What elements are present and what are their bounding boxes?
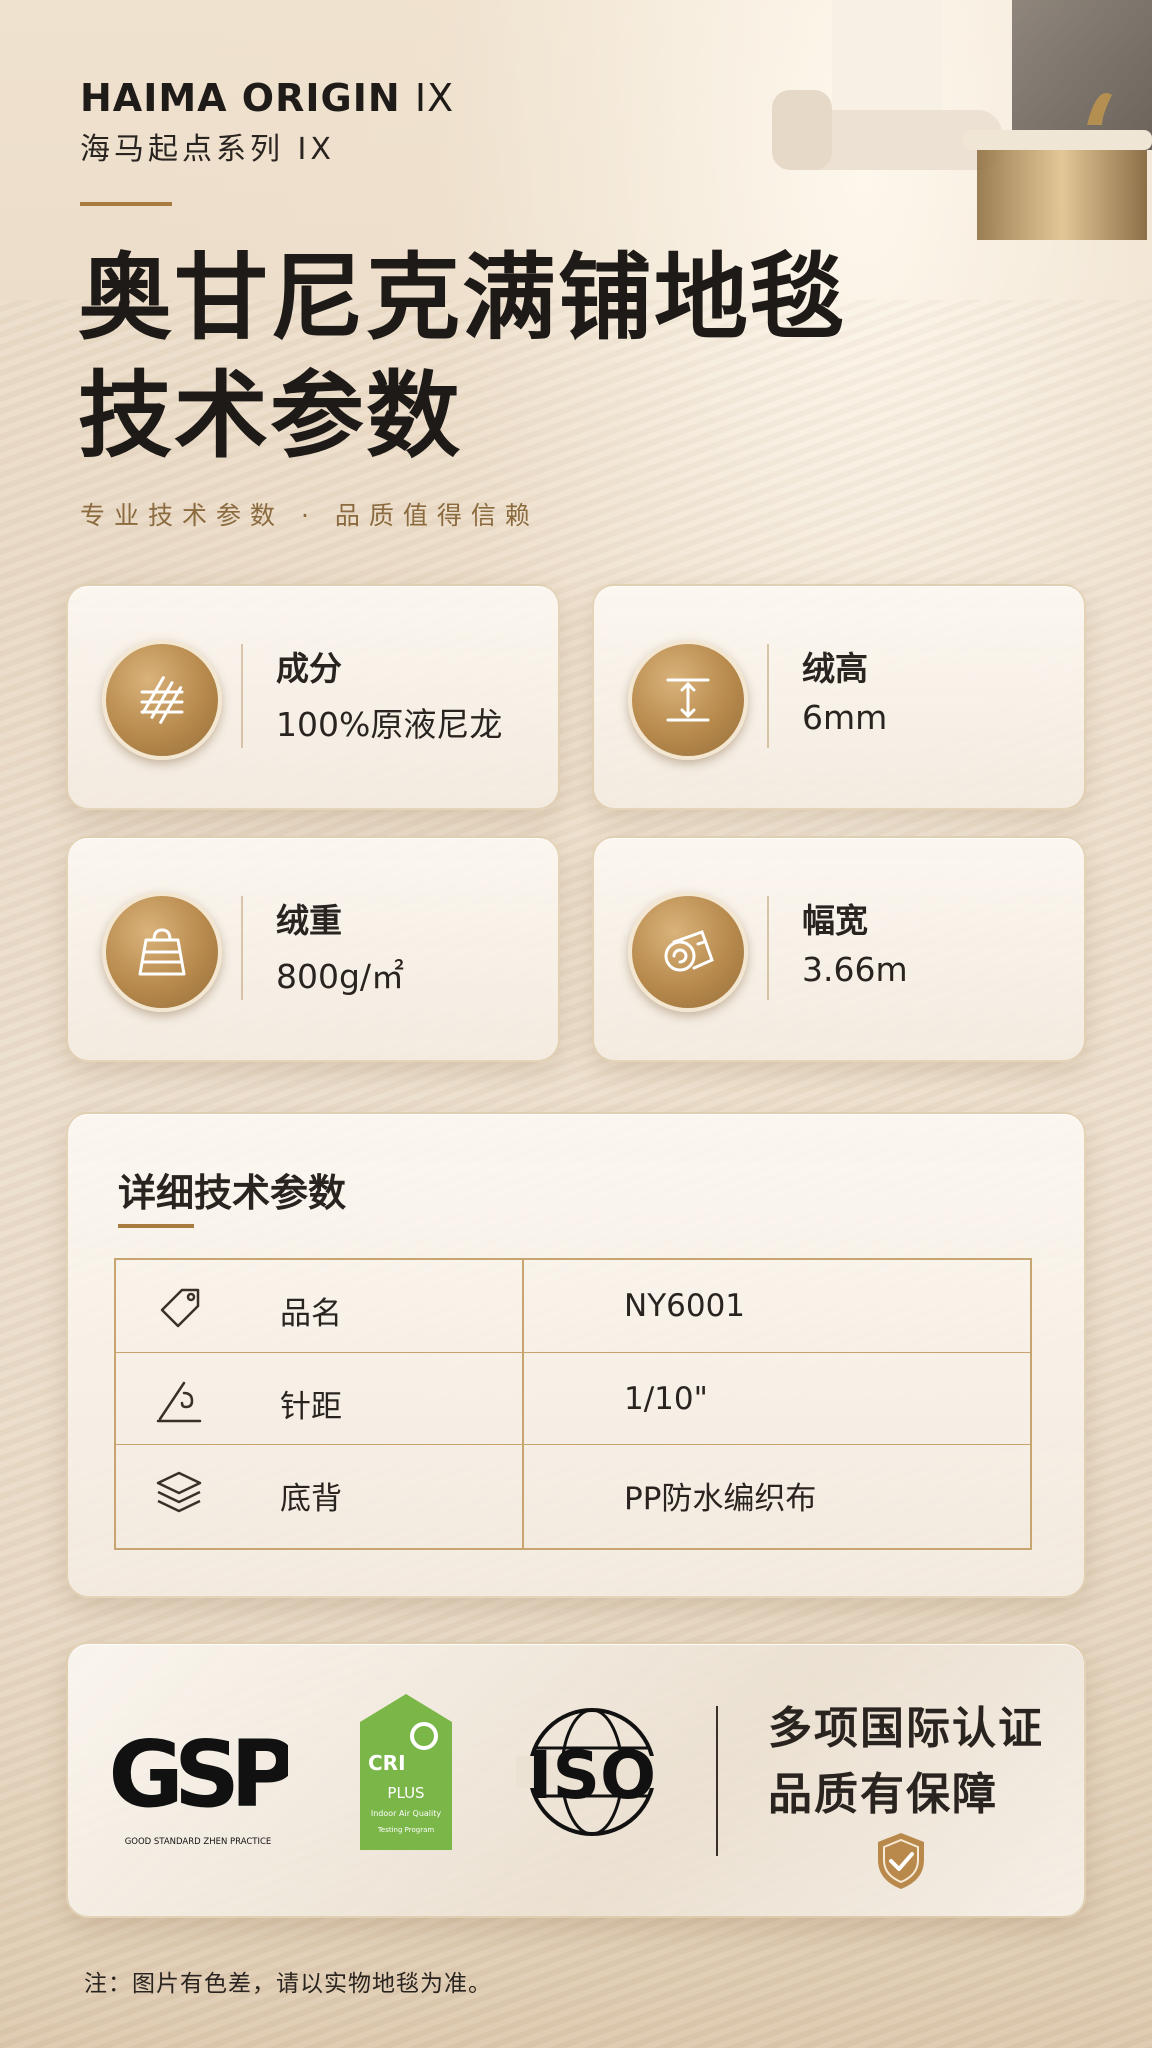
carpet-roll-icon — [628, 892, 748, 1012]
pile-height-icon — [628, 640, 748, 760]
spec-divider — [767, 896, 769, 1000]
row-label: 针距 — [280, 1389, 342, 1425]
series-suffix: IX — [414, 76, 455, 120]
tag-icon — [160, 1288, 200, 1328]
table-row: 底背 PP防水编织布 — [116, 1444, 1030, 1537]
row-value: NY6001 — [624, 1288, 746, 1324]
svg-text:PLUS: PLUS — [387, 1784, 424, 1802]
spec-label: 成分 — [276, 649, 342, 688]
spec-card-width: 幅宽 3.66m — [592, 836, 1086, 1062]
spec-divider — [241, 896, 243, 1000]
page-title-line1: 奥甘尼克满铺地毯 — [78, 244, 847, 353]
certification-divider — [716, 1706, 718, 1856]
spec-value: 6mm — [802, 698, 888, 737]
detail-specs-title: 详细技术参数 — [118, 1171, 347, 1215]
page-subtitle: 专业技术参数 · 品质值得信赖 — [80, 501, 539, 530]
spec-card-pile-weight: 绒重 800g/㎡ — [66, 836, 560, 1062]
spec-value: 800g/㎡ — [276, 957, 405, 996]
footnote: 注：图片有色差，请以实物地毯为准。 — [84, 1971, 492, 1997]
page-title-line2: 技术参数 — [78, 362, 463, 471]
weight-icon — [102, 892, 222, 1012]
page-title: 奥甘尼克满铺地毯 技术参数 — [78, 240, 846, 476]
fiber-weave-icon — [102, 640, 222, 760]
detail-title-rule — [118, 1224, 194, 1228]
gsp-logo: GSP GOOD STANDARD ZHEN PRACTICE — [108, 1721, 288, 1847]
spec-card-pile-height: 绒高 6mm — [592, 584, 1086, 810]
svg-text:ISO: ISO — [528, 1737, 656, 1814]
svg-text:GSP: GSP — [108, 1721, 288, 1828]
brand-name-cn: 海马起点系列 IX — [80, 132, 335, 167]
row-value: 1/10" — [624, 1381, 708, 1417]
spec-label: 幅宽 — [802, 901, 868, 940]
spec-label: 绒重 — [276, 901, 342, 940]
spec-divider — [767, 644, 769, 748]
table-row: 针距 1/10" — [116, 1352, 1030, 1445]
spec-value: 100%原液尼龙 — [276, 705, 503, 744]
svg-text:CRI: CRI — [368, 1751, 406, 1775]
row-label: 底背 — [280, 1481, 342, 1517]
row-value: PP防水编织布 — [624, 1481, 817, 1517]
spec-divider — [241, 644, 243, 748]
detail-specs-table: 品名 NY6001 针距 1/10" 底背 PP防水编织布 — [114, 1258, 1032, 1550]
detail-specs-card: 详细技术参数 品名 NY6001 针距 1/10" 底背 PP防水编织布 — [66, 1112, 1086, 1598]
spec-label: 绒高 — [802, 649, 868, 688]
table-row: 品名 NY6001 — [116, 1260, 1030, 1352]
row-label: 品名 — [280, 1296, 342, 1332]
certification-card: GSP GOOD STANDARD ZHEN PRACTICE CRI PLUS… — [66, 1642, 1086, 1918]
certification-text: 多项国际认证 品质有保障 — [768, 1696, 1044, 1828]
brand-name-en: HAIMA ORIGIN IX — [80, 76, 455, 120]
svg-text:Indoor Air Quality: Indoor Air Quality — [371, 1809, 442, 1818]
title-accent-rule — [80, 202, 172, 206]
certification-line2: 品质有保障 — [768, 1769, 998, 1820]
spec-value: 3.66m — [802, 950, 908, 989]
cri-green-label-plus-logo: CRI PLUS Indoor Air Quality Testing Prog… — [360, 1694, 452, 1850]
spec-card-composition: 成分 100%原液尼龙 — [66, 584, 560, 810]
layers-icon — [156, 1471, 202, 1513]
needle-thread-icon — [156, 1381, 202, 1423]
certification-line1: 多项国际认证 — [768, 1703, 1044, 1754]
shield-check-icon — [878, 1833, 924, 1889]
svg-text:GOOD STANDARD ZHEN PRACTICE: GOOD STANDARD ZHEN PRACTICE — [125, 1837, 272, 1847]
iso-logo: ISO — [516, 1708, 668, 1836]
svg-text:Testing Program: Testing Program — [377, 1826, 435, 1834]
